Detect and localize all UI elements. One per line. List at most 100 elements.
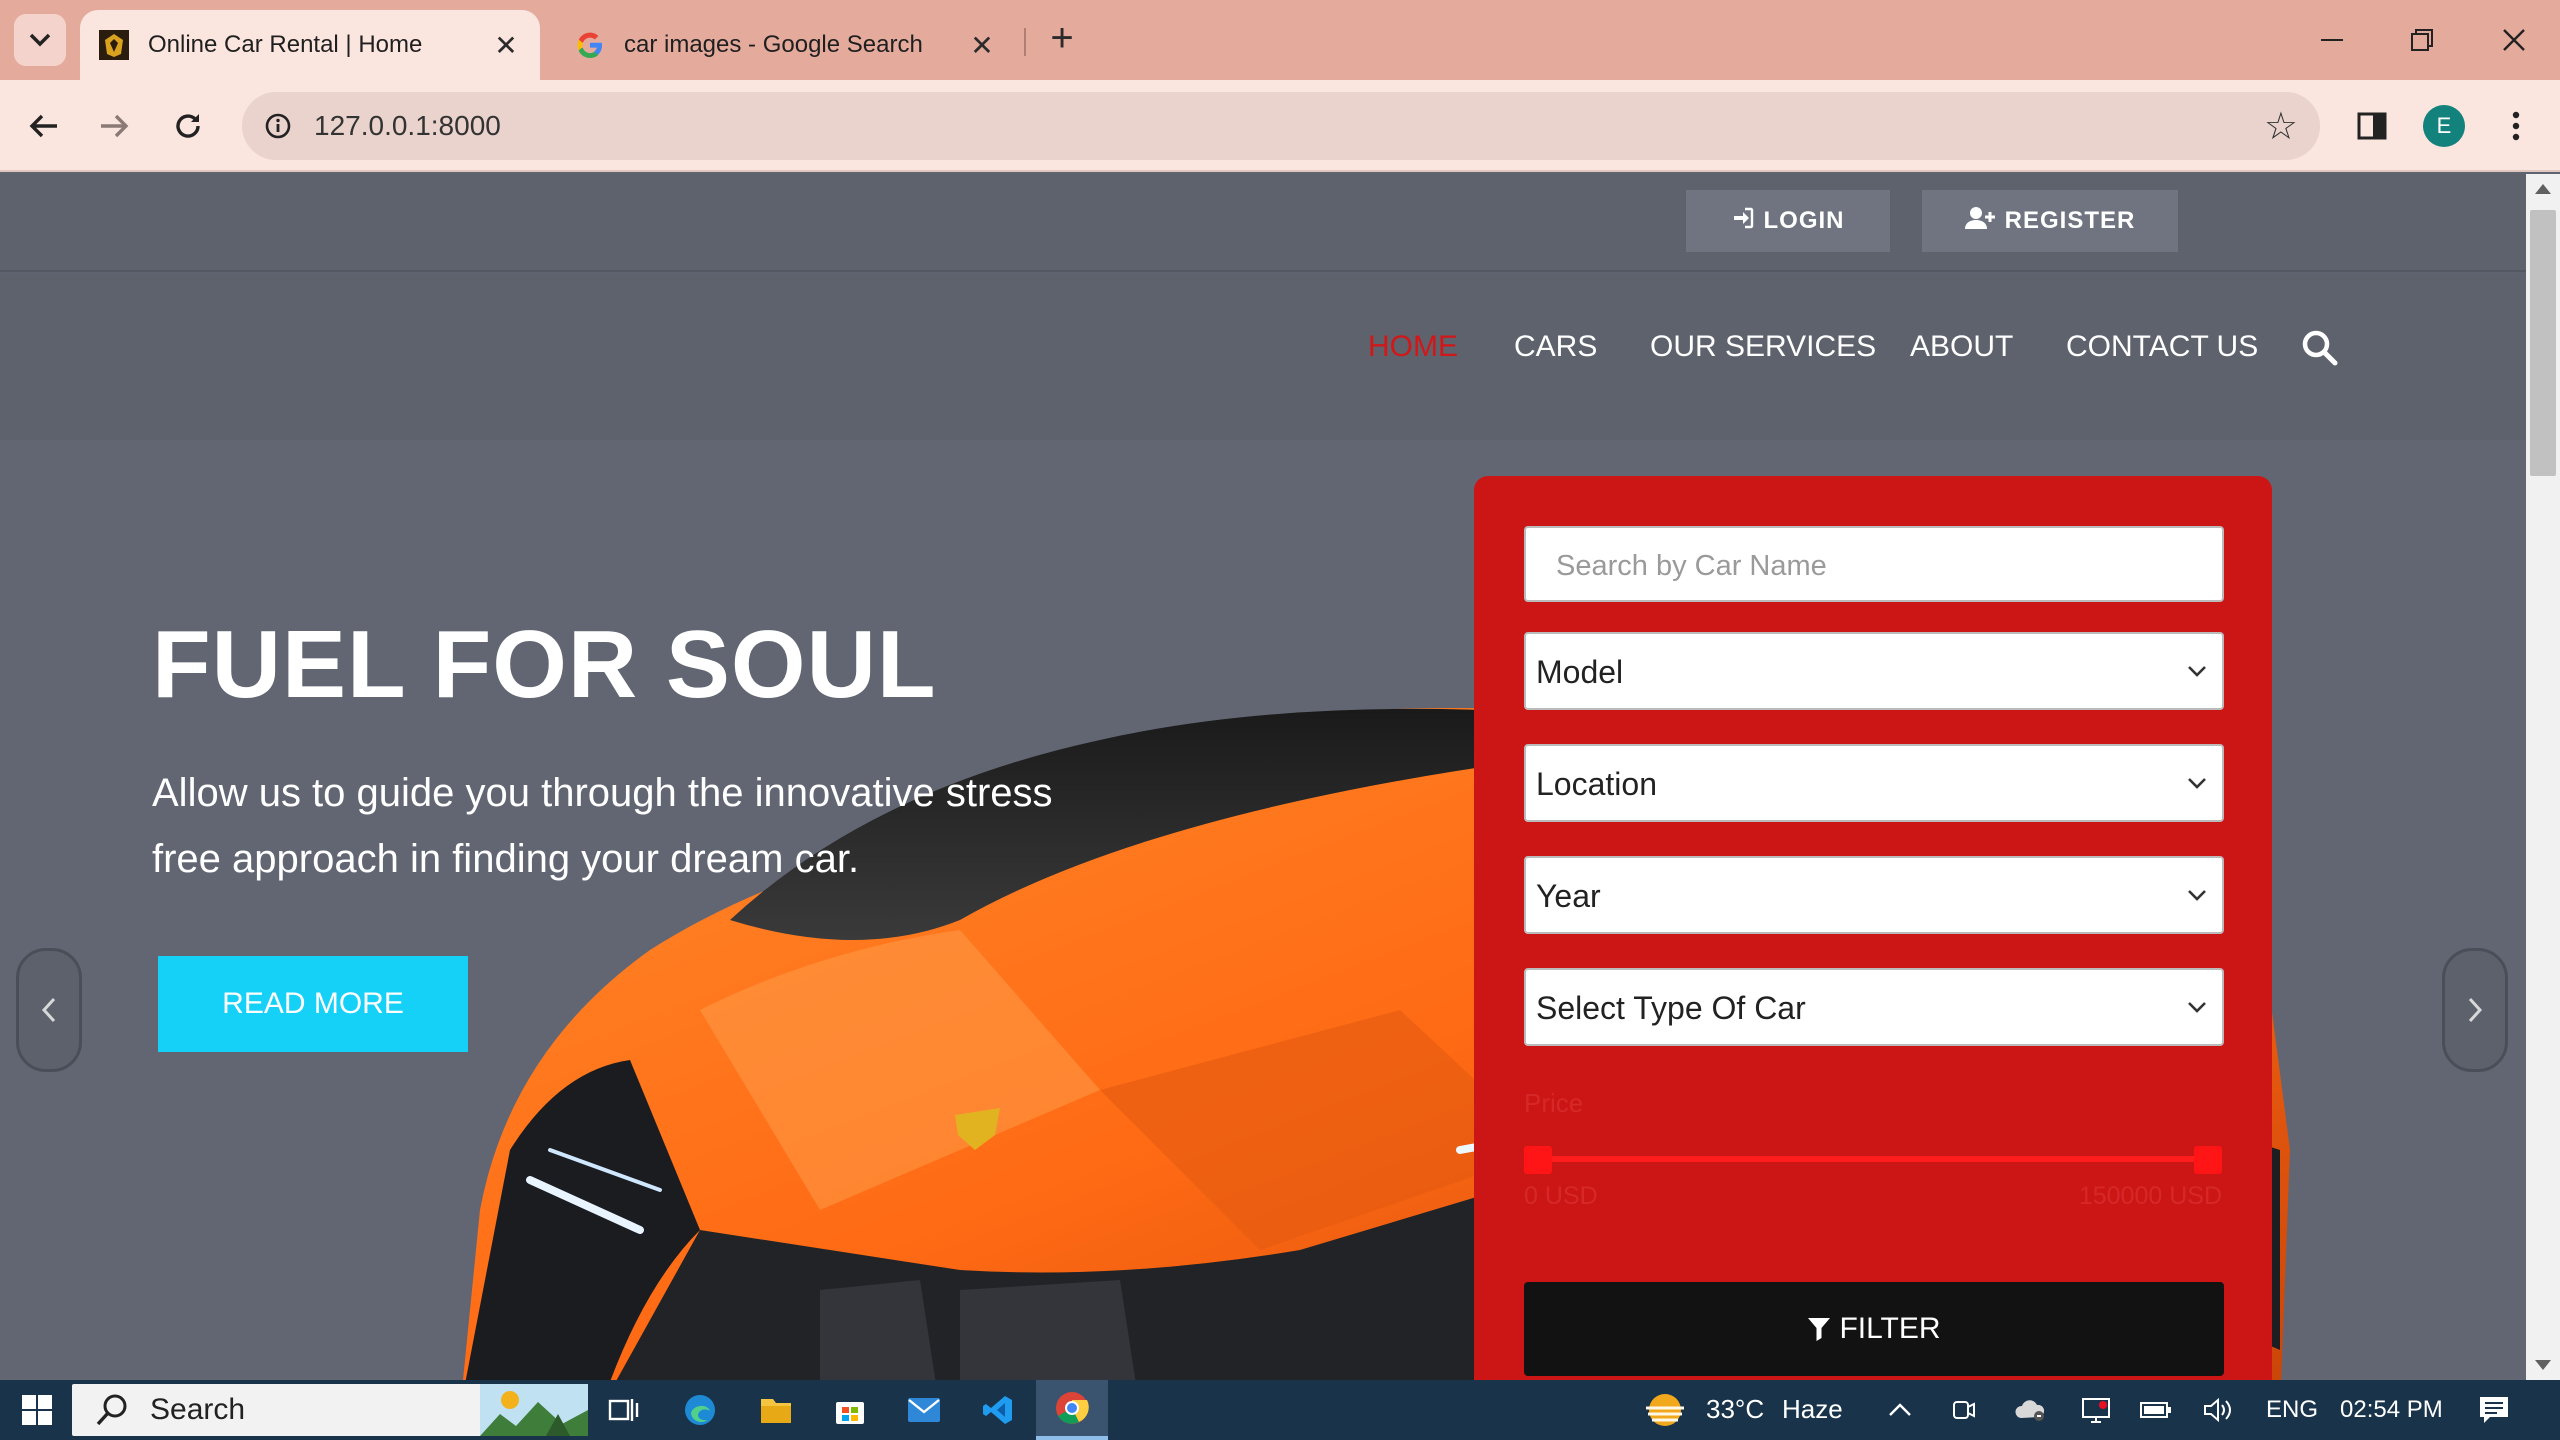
side-panel-icon[interactable]: [2346, 100, 2398, 152]
year-select-value: Year: [1536, 878, 1601, 914]
site-favicon-icon: [98, 29, 130, 61]
tab-title: car images - Google Search: [624, 31, 923, 58]
profile-initial: E: [2423, 105, 2465, 147]
chrome-taskbar-icon[interactable]: [1036, 1380, 1108, 1440]
chevron-down-icon: [2188, 1002, 2206, 1013]
taskbar-search-label: Search: [150, 1393, 246, 1426]
register-button[interactable]: REGISTER: [1922, 190, 2178, 252]
car-filter-panel: Search by Car Name Model Location Year S…: [1474, 476, 2272, 1380]
windows-taskbar: Search 33°C Haze ENG 02:54 PM: [0, 1380, 2560, 1440]
close-window-icon[interactable]: [2484, 14, 2544, 66]
model-select-value: Model: [1536, 654, 1624, 690]
tab-online-car-rental[interactable]: Online Car Rental | Home ✕: [80, 10, 540, 80]
carousel-prev-button[interactable]: [16, 948, 82, 1072]
profile-avatar[interactable]: E: [2418, 100, 2470, 152]
display-icon[interactable]: [2074, 1386, 2118, 1434]
taskbar-search-box[interactable]: Search: [72, 1384, 588, 1436]
chevron-down-icon: [2188, 778, 2206, 789]
minimize-icon[interactable]: [2302, 14, 2362, 66]
user-plus-icon: [1964, 206, 1995, 236]
page-scrollbar[interactable]: [2526, 174, 2560, 1380]
tab-search-button[interactable]: [14, 14, 66, 66]
search-icon[interactable]: [2300, 328, 2340, 368]
price-max-handle[interactable]: [2194, 1146, 2222, 1174]
login-button[interactable]: LOGIN: [1686, 190, 1890, 252]
chevron-down-icon: [2188, 666, 2206, 677]
filter-button-label: FILTER: [1839, 1312, 1941, 1345]
volume-icon[interactable]: [2196, 1386, 2240, 1434]
address-bar[interactable]: 127.0.0.1:8000 ☆: [242, 92, 2320, 160]
scrollbar-thumb[interactable]: [2530, 210, 2556, 476]
year-select[interactable]: Year: [1524, 856, 2224, 934]
price-min-handle[interactable]: [1524, 1146, 1552, 1174]
bookmark-star-icon[interactable]: ☆: [2264, 104, 2298, 149]
login-label: LOGIN: [1763, 207, 1845, 234]
nav-contact-us[interactable]: CONTACT US: [2066, 330, 2258, 364]
nav-cars[interactable]: CARS: [1514, 330, 1597, 364]
chevron-left-icon: [41, 997, 56, 1023]
url-text: 127.0.0.1:8000: [314, 110, 501, 141]
price-max-value: 150000 USD: [2078, 1182, 2222, 1210]
location-select[interactable]: Location: [1524, 744, 2224, 822]
tab-separator: [1024, 28, 1026, 56]
car-name-search-input[interactable]: Search by Car Name: [1524, 526, 2224, 602]
register-label: REGISTER: [2004, 207, 2136, 234]
hero-title: FUEL FOR SOUL: [152, 611, 937, 718]
location-select-value: Location: [1536, 766, 1657, 802]
main-navigation: HOME CARS OUR SERVICES ABOUT CONTACT US: [0, 274, 2526, 440]
windows-start-icon[interactable]: [14, 1386, 60, 1434]
show-hidden-icons-icon[interactable]: [1880, 1386, 1920, 1434]
browser-tab-strip: Online Car Rental | Home ✕ car images - …: [0, 0, 2560, 80]
filter-button[interactable]: FILTER: [1524, 1282, 2224, 1376]
price-min-value: 0 USD: [1524, 1182, 1598, 1210]
notifications-icon[interactable]: [2470, 1386, 2518, 1434]
site-info-icon[interactable]: [256, 104, 300, 148]
google-icon: [574, 29, 606, 61]
restore-icon[interactable]: [2392, 14, 2452, 66]
file-explorer-icon[interactable]: [752, 1386, 800, 1434]
browser-toolbar: 127.0.0.1:8000 ☆ E: [0, 80, 2560, 172]
chevron-down-icon: [2188, 890, 2206, 901]
chevron-right-icon: [2468, 997, 2483, 1023]
close-tab-icon[interactable]: ✕: [966, 29, 998, 61]
meet-now-icon[interactable]: [1944, 1386, 1984, 1434]
search-highlight-icon: [480, 1384, 588, 1436]
reload-icon[interactable]: [162, 100, 214, 152]
mail-icon[interactable]: [900, 1386, 948, 1434]
scroll-up-icon[interactable]: [2535, 184, 2551, 194]
car-type-select-value: Select Type Of Car: [1536, 990, 1806, 1026]
weather-temperature[interactable]: 33°C: [1706, 1394, 1764, 1425]
taskbar-clock[interactable]: 02:54 PM: [2340, 1396, 2443, 1424]
price-range-track[interactable]: [1534, 1156, 2214, 1162]
vscode-icon[interactable]: [974, 1386, 1022, 1434]
onedrive-icon[interactable]: [2008, 1386, 2052, 1434]
tab-title: Online Car Rental | Home: [148, 31, 423, 58]
back-icon[interactable]: [18, 100, 70, 152]
nav-home[interactable]: HOME: [1368, 330, 1458, 364]
nav-about[interactable]: ABOUT: [1910, 330, 2013, 364]
search-placeholder: Search by Car Name: [1556, 550, 1827, 582]
tab-google-search[interactable]: car images - Google Search ✕: [556, 10, 1016, 80]
site-topbar: LOGIN REGISTER: [0, 174, 2526, 272]
scroll-down-icon[interactable]: [2535, 1360, 2551, 1370]
car-type-select[interactable]: Select Type Of Car: [1524, 968, 2224, 1046]
forward-icon[interactable]: [88, 100, 140, 152]
microsoft-store-icon[interactable]: [826, 1386, 874, 1434]
search-icon: [96, 1394, 127, 1426]
read-more-button[interactable]: READ MORE: [158, 956, 468, 1052]
chevron-down-icon: [29, 33, 51, 47]
weather-haze-icon: [1640, 1386, 1690, 1434]
battery-icon[interactable]: [2134, 1386, 2178, 1434]
new-tab-button[interactable]: +: [1040, 18, 1084, 62]
nav-our-services[interactable]: OUR SERVICES: [1650, 330, 1876, 364]
input-language[interactable]: ENG: [2266, 1396, 2318, 1424]
weather-description[interactable]: Haze: [1782, 1394, 1843, 1425]
close-tab-icon[interactable]: ✕: [490, 29, 522, 61]
price-label: Price: [1524, 1088, 1584, 1118]
carousel-next-button[interactable]: [2442, 948, 2508, 1072]
more-menu-icon[interactable]: [2490, 100, 2542, 152]
model-select[interactable]: Model: [1524, 632, 2224, 710]
edge-icon[interactable]: [676, 1386, 724, 1434]
filter-funnel-icon: [1808, 1318, 1831, 1341]
task-view-icon[interactable]: [600, 1386, 648, 1434]
